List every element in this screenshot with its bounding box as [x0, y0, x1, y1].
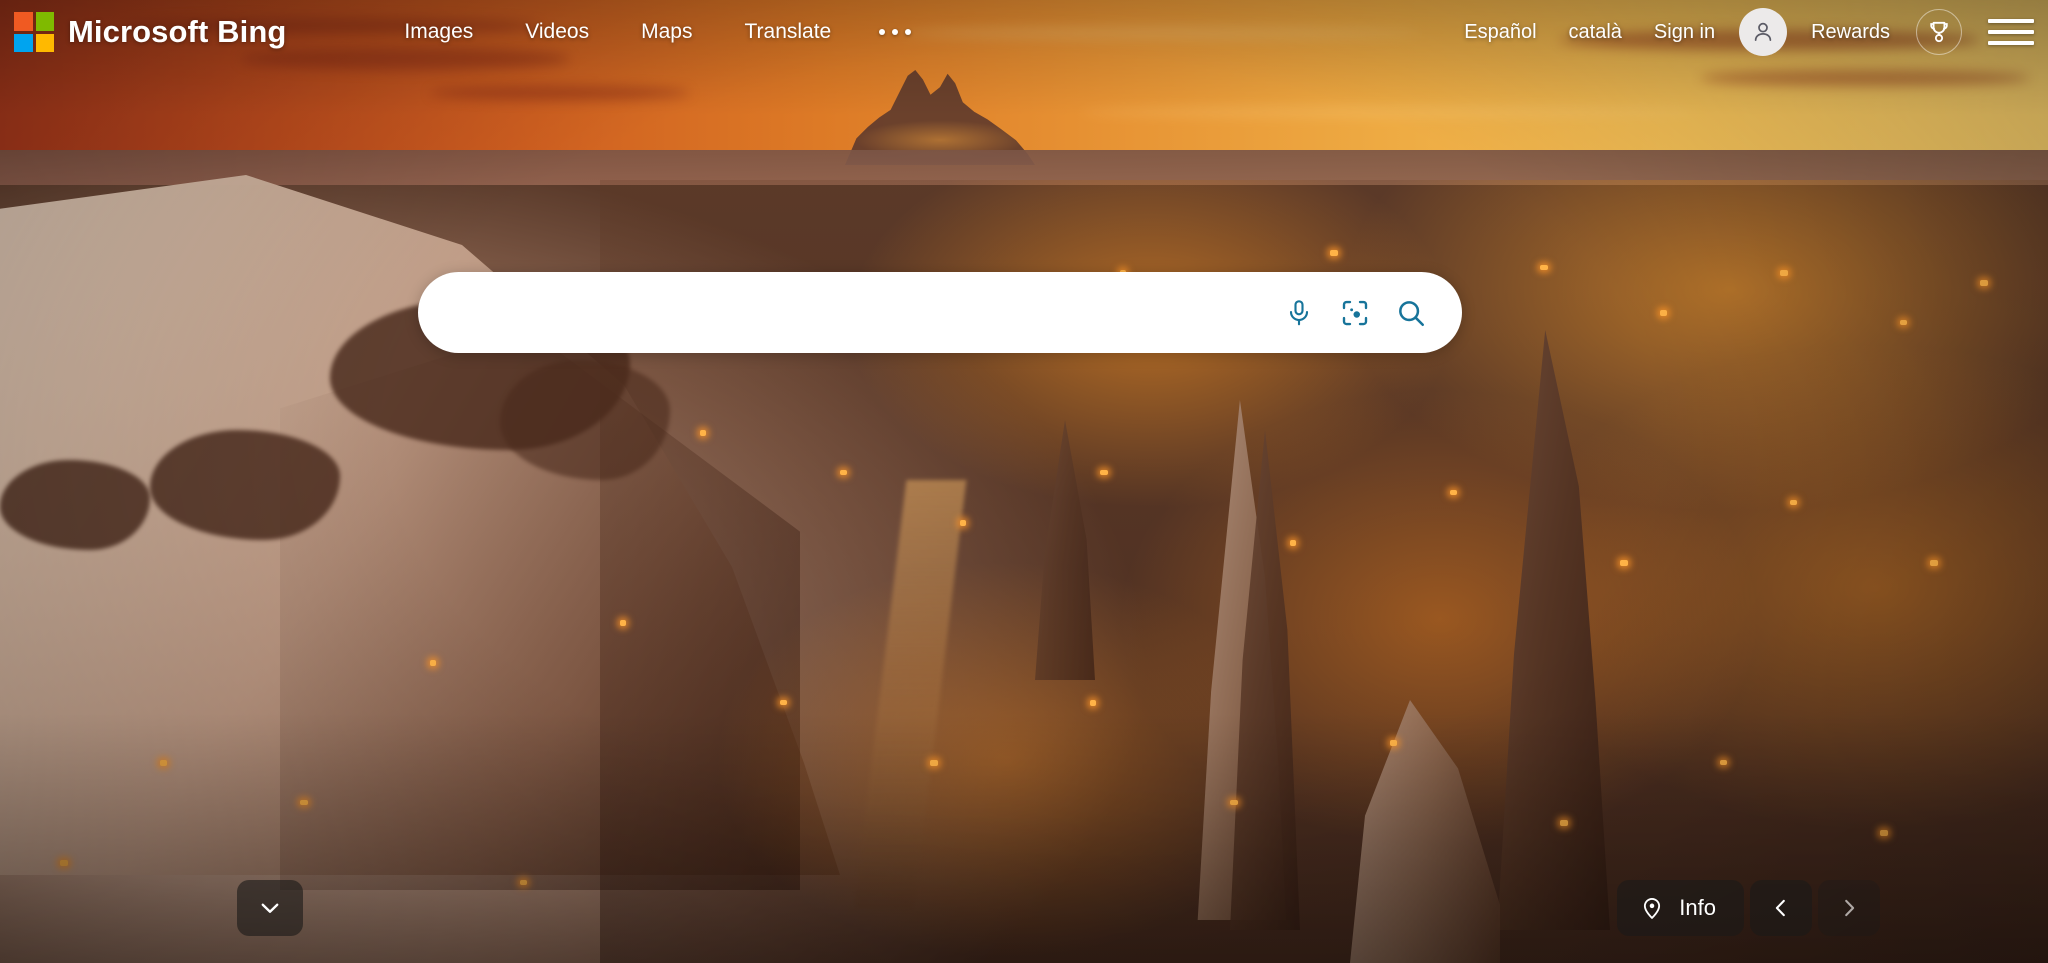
microphone-icon[interactable] [1282, 296, 1316, 330]
location-pin-icon [1644, 898, 1661, 919]
search-input[interactable] [418, 272, 1282, 353]
header-right-group: Español català Sign in Rewards [1448, 8, 2048, 56]
chevron-right-icon [1845, 899, 1855, 917]
info-label: Info [1679, 895, 1716, 920]
person-icon [1754, 22, 1772, 41]
chevron-left-icon [1775, 899, 1785, 917]
nav-link-videos[interactable]: Videos [499, 14, 615, 50]
sign-in-link[interactable]: Sign in [1638, 15, 1731, 50]
nav-link-images[interactable]: Images [378, 14, 499, 50]
bing-homepage: Microsoft Bing Images Videos Maps Transl… [0, 0, 2048, 963]
language-link-espanol[interactable]: Español [1448, 15, 1552, 50]
primary-nav: Images Videos Maps Translate [378, 14, 933, 50]
search-box[interactable] [418, 272, 1462, 353]
nav-link-maps[interactable]: Maps [615, 14, 718, 50]
visual-search-icon[interactable] [1338, 296, 1372, 330]
search-magnifier-icon[interactable] [1394, 296, 1428, 330]
search-actions [1282, 296, 1462, 330]
bing-logo-link[interactable]: Microsoft Bing [14, 12, 286, 52]
background-vignette [0, 0, 2048, 963]
hamburger-menu-icon[interactable] [1988, 12, 2034, 52]
site-header: Microsoft Bing Images Videos Maps Transl… [0, 0, 2048, 64]
nav-link-translate[interactable]: Translate [718, 14, 857, 50]
rewards-link[interactable]: Rewards [1795, 15, 1906, 50]
brand-name: Microsoft Bing [68, 14, 287, 49]
search-container [418, 272, 1462, 353]
next-image-button[interactable] [1818, 880, 1880, 936]
info-button[interactable]: Info [1617, 880, 1744, 936]
chevron-down-icon [261, 903, 279, 913]
scroll-down-button[interactable] [237, 880, 303, 936]
microsoft-logo-icon [14, 12, 54, 52]
ellipsis-icon[interactable] [857, 19, 933, 45]
trophy-medal-icon[interactable] [1916, 9, 1962, 55]
avatar[interactable] [1739, 8, 1788, 56]
image-controls: Info [1617, 880, 1880, 936]
language-link-catala[interactable]: català [1553, 15, 1638, 50]
background-image [0, 0, 2048, 963]
previous-image-button[interactable] [1750, 880, 1812, 936]
